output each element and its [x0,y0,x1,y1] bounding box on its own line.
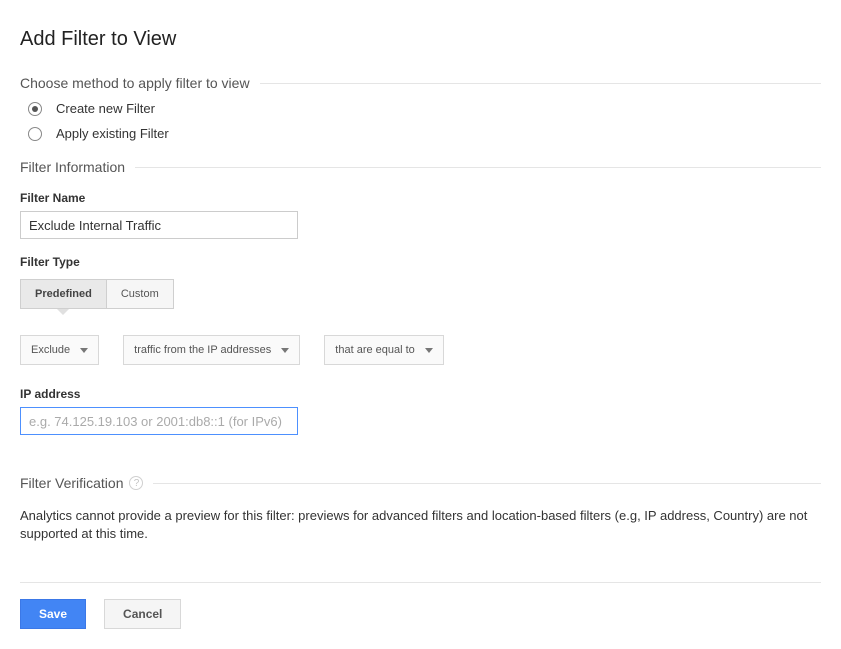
dropdown-action-label: Exclude [31,344,70,356]
section-heading-filter-info: Filter Information [20,159,125,175]
divider [153,483,821,484]
chevron-down-icon [281,348,289,353]
page-title: Add Filter to View [20,28,821,51]
section-filter-verification: Filter Verification ? [20,475,821,491]
radio-apply-existing-filter[interactable]: Apply existing Filter [28,126,821,141]
dropdown-source-label: traffic from the IP addresses [134,344,271,356]
radio-label: Apply existing Filter [56,126,169,141]
section-heading-method: Choose method to apply filter to view [20,75,250,91]
filter-name-label: Filter Name [20,191,821,205]
filter-name-input[interactable] [20,211,298,239]
save-button[interactable]: Save [20,599,86,629]
divider [260,83,821,84]
section-choose-method: Choose method to apply filter to view [20,75,821,91]
ip-address-label: IP address [20,387,821,401]
tab-custom[interactable]: Custom [107,280,173,308]
cancel-button[interactable]: Cancel [104,599,181,629]
ip-address-input[interactable] [20,407,298,435]
verification-message: Analytics cannot provide a preview for t… [20,507,821,542]
filter-type-label: Filter Type [20,255,821,269]
section-filter-information: Filter Information [20,159,821,175]
radio-create-new-filter[interactable]: Create new Filter [28,101,821,116]
divider [135,167,821,168]
dropdown-action[interactable]: Exclude [20,335,99,365]
radio-icon [28,127,42,141]
chevron-down-icon [425,348,433,353]
filter-type-segmented: Predefined Custom [20,279,174,309]
dropdown-match-label: that are equal to [335,344,415,356]
radio-label: Create new Filter [56,101,155,116]
section-heading-verification: Filter Verification ? [20,475,143,491]
dropdown-source[interactable]: traffic from the IP addresses [123,335,300,365]
divider [20,582,821,583]
radio-icon [28,102,42,116]
chevron-down-icon [80,348,88,353]
predefined-dropdowns: Exclude traffic from the IP addresses th… [20,335,821,365]
tab-predefined[interactable]: Predefined [21,280,107,308]
help-icon[interactable]: ? [129,476,143,490]
dropdown-match[interactable]: that are equal to [324,335,444,365]
